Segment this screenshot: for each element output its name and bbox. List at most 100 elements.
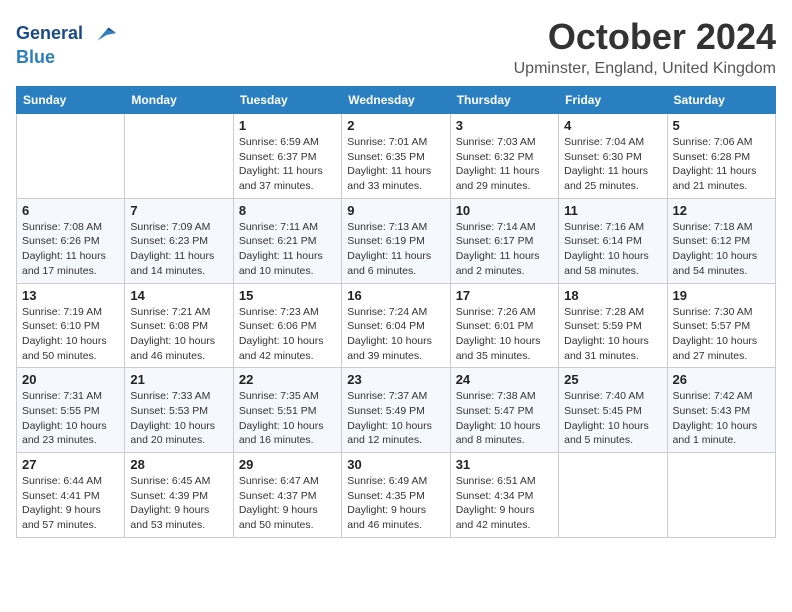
calendar-cell: 23 Sunrise: 7:37 AMSunset: 5:49 PMDayligh… xyxy=(342,368,450,453)
day-number: 24 xyxy=(456,372,553,387)
day-number: 23 xyxy=(347,372,444,387)
day-info: Sunrise: 6:49 AMSunset: 4:35 PMDaylight:… xyxy=(347,474,444,533)
day-info: Sunrise: 7:37 AMSunset: 5:49 PMDaylight:… xyxy=(347,389,444,448)
calendar-cell: 22 Sunrise: 7:35 AMSunset: 5:51 PMDayligh… xyxy=(233,368,341,453)
day-number: 26 xyxy=(673,372,770,387)
day-info: Sunrise: 7:31 AMSunset: 5:55 PMDaylight:… xyxy=(22,389,119,448)
weekday-header-monday: Monday xyxy=(125,87,233,114)
calendar-cell xyxy=(17,114,125,199)
day-info: Sunrise: 7:09 AMSunset: 6:23 PMDaylight:… xyxy=(130,220,227,279)
calendar-cell: 20 Sunrise: 7:31 AMSunset: 5:55 PMDayligh… xyxy=(17,368,125,453)
day-number: 9 xyxy=(347,203,444,218)
logo-line1: General xyxy=(16,20,118,48)
day-info: Sunrise: 7:18 AMSunset: 6:12 PMDaylight:… xyxy=(673,220,770,279)
calendar-cell: 5 Sunrise: 7:06 AMSunset: 6:28 PMDaylight… xyxy=(667,114,775,199)
calendar-cell: 2 Sunrise: 7:01 AMSunset: 6:35 PMDaylight… xyxy=(342,114,450,199)
calendar-cell: 13 Sunrise: 7:19 AMSunset: 6:10 PMDayligh… xyxy=(17,283,125,368)
day-info: Sunrise: 7:11 AMSunset: 6:21 PMDaylight:… xyxy=(239,220,336,279)
calendar-cell: 19 Sunrise: 7:30 AMSunset: 5:57 PMDayligh… xyxy=(667,283,775,368)
day-number: 10 xyxy=(456,203,553,218)
day-info: Sunrise: 7:01 AMSunset: 6:35 PMDaylight:… xyxy=(347,135,444,194)
day-number: 19 xyxy=(673,288,770,303)
day-info: Sunrise: 7:16 AMSunset: 6:14 PMDaylight:… xyxy=(564,220,661,279)
day-info: Sunrise: 7:14 AMSunset: 6:17 PMDaylight:… xyxy=(456,220,553,279)
weekday-header-row: SundayMondayTuesdayWednesdayThursdayFrid… xyxy=(17,87,776,114)
calendar-cell: 6 Sunrise: 7:08 AMSunset: 6:26 PMDaylight… xyxy=(17,198,125,283)
day-number: 22 xyxy=(239,372,336,387)
calendar-cell: 11 Sunrise: 7:16 AMSunset: 6:14 PMDayligh… xyxy=(559,198,667,283)
weekday-header-saturday: Saturday xyxy=(667,87,775,114)
day-number: 5 xyxy=(673,118,770,133)
calendar-week-row: 20 Sunrise: 7:31 AMSunset: 5:55 PMDayligh… xyxy=(17,368,776,453)
day-info: Sunrise: 7:03 AMSunset: 6:32 PMDaylight:… xyxy=(456,135,553,194)
month-title: October 2024 xyxy=(514,16,776,58)
calendar-week-row: 13 Sunrise: 7:19 AMSunset: 6:10 PMDayligh… xyxy=(17,283,776,368)
logo-line2: Blue xyxy=(16,48,118,68)
day-info: Sunrise: 7:38 AMSunset: 5:47 PMDaylight:… xyxy=(456,389,553,448)
calendar-cell: 17Sunrise: 7:26 AMSunset: 6:01 PMDayligh… xyxy=(450,283,558,368)
calendar-cell xyxy=(559,453,667,538)
page-header: General Blue October 2024 Upminster, Eng… xyxy=(16,16,776,78)
calendar-cell: 21 Sunrise: 7:33 AMSunset: 5:53 PMDayligh… xyxy=(125,368,233,453)
day-number: 16 xyxy=(347,288,444,303)
calendar-cell: 16Sunrise: 7:24 AMSunset: 6:04 PMDayligh… xyxy=(342,283,450,368)
day-number: 2 xyxy=(347,118,444,133)
day-number: 31 xyxy=(456,457,553,472)
calendar-cell: 14Sunrise: 7:21 AMSunset: 6:08 PMDayligh… xyxy=(125,283,233,368)
day-info: Sunrise: 7:28 AMSunset: 5:59 PMDaylight:… xyxy=(564,305,661,364)
day-info: Sunrise: 7:35 AMSunset: 5:51 PMDaylight:… xyxy=(239,389,336,448)
day-number: 6 xyxy=(22,203,119,218)
calendar-cell: 30 Sunrise: 6:49 AMSunset: 4:35 PMDayligh… xyxy=(342,453,450,538)
day-info: Sunrise: 7:42 AMSunset: 5:43 PMDaylight:… xyxy=(673,389,770,448)
day-number: 18 xyxy=(564,288,661,303)
weekday-header-thursday: Thursday xyxy=(450,87,558,114)
day-number: 11 xyxy=(564,203,661,218)
calendar-cell xyxy=(125,114,233,199)
day-number: 13 xyxy=(22,288,119,303)
day-info: Sunrise: 7:40 AMSunset: 5:45 PMDaylight:… xyxy=(564,389,661,448)
calendar-cell: 24 Sunrise: 7:38 AMSunset: 5:47 PMDayligh… xyxy=(450,368,558,453)
day-info: Sunrise: 7:06 AMSunset: 6:28 PMDaylight:… xyxy=(673,135,770,194)
day-number: 29 xyxy=(239,457,336,472)
calendar-cell: 12Sunrise: 7:18 AMSunset: 6:12 PMDayligh… xyxy=(667,198,775,283)
day-info: Sunrise: 6:47 AMSunset: 4:37 PMDaylight:… xyxy=(239,474,336,533)
weekday-header-friday: Friday xyxy=(559,87,667,114)
day-number: 7 xyxy=(130,203,227,218)
day-number: 15 xyxy=(239,288,336,303)
day-info: Sunrise: 7:08 AMSunset: 6:26 PMDaylight:… xyxy=(22,220,119,279)
day-info: Sunrise: 7:23 AMSunset: 6:06 PMDaylight:… xyxy=(239,305,336,364)
calendar-cell: 26 Sunrise: 7:42 AMSunset: 5:43 PMDayligh… xyxy=(667,368,775,453)
day-info: Sunrise: 7:30 AMSunset: 5:57 PMDaylight:… xyxy=(673,305,770,364)
day-info: Sunrise: 6:45 AMSunset: 4:39 PMDaylight:… xyxy=(130,474,227,533)
calendar-cell xyxy=(667,453,775,538)
calendar-cell: 8Sunrise: 7:11 AMSunset: 6:21 PMDaylight… xyxy=(233,198,341,283)
calendar-cell: 18 Sunrise: 7:28 AMSunset: 5:59 PMDayligh… xyxy=(559,283,667,368)
calendar-week-row: 1Sunrise: 6:59 AMSunset: 6:37 PMDaylight… xyxy=(17,114,776,199)
logo: General Blue xyxy=(16,20,118,68)
day-number: 28 xyxy=(130,457,227,472)
weekday-header-wednesday: Wednesday xyxy=(342,87,450,114)
day-info: Sunrise: 7:21 AMSunset: 6:08 PMDaylight:… xyxy=(130,305,227,364)
weekday-header-tuesday: Tuesday xyxy=(233,87,341,114)
day-number: 30 xyxy=(347,457,444,472)
day-number: 1 xyxy=(239,118,336,133)
calendar-week-row: 27Sunrise: 6:44 AMSunset: 4:41 PMDayligh… xyxy=(17,453,776,538)
calendar-cell: 3Sunrise: 7:03 AMSunset: 6:32 PMDaylight… xyxy=(450,114,558,199)
calendar-cell: 15 Sunrise: 7:23 AMSunset: 6:06 PMDayligh… xyxy=(233,283,341,368)
calendar-week-row: 6 Sunrise: 7:08 AMSunset: 6:26 PMDaylight… xyxy=(17,198,776,283)
day-info: Sunrise: 7:19 AMSunset: 6:10 PMDaylight:… xyxy=(22,305,119,364)
calendar-cell: 28 Sunrise: 6:45 AMSunset: 4:39 PMDayligh… xyxy=(125,453,233,538)
day-number: 25 xyxy=(564,372,661,387)
calendar-cell: 4Sunrise: 7:04 AMSunset: 6:30 PMDaylight… xyxy=(559,114,667,199)
day-number: 27 xyxy=(22,457,119,472)
day-number: 21 xyxy=(130,372,227,387)
calendar-cell: 31Sunrise: 6:51 AMSunset: 4:34 PMDayligh… xyxy=(450,453,558,538)
location-title: Upminster, England, United Kingdom xyxy=(514,60,776,78)
day-info: Sunrise: 7:33 AMSunset: 5:53 PMDaylight:… xyxy=(130,389,227,448)
day-info: Sunrise: 7:04 AMSunset: 6:30 PMDaylight:… xyxy=(564,135,661,194)
calendar-cell: 7 Sunrise: 7:09 AMSunset: 6:23 PMDaylight… xyxy=(125,198,233,283)
day-info: Sunrise: 7:13 AMSunset: 6:19 PMDaylight:… xyxy=(347,220,444,279)
calendar-cell: 29 Sunrise: 6:47 AMSunset: 4:37 PMDayligh… xyxy=(233,453,341,538)
calendar-cell: 25 Sunrise: 7:40 AMSunset: 5:45 PMDayligh… xyxy=(559,368,667,453)
day-number: 20 xyxy=(22,372,119,387)
